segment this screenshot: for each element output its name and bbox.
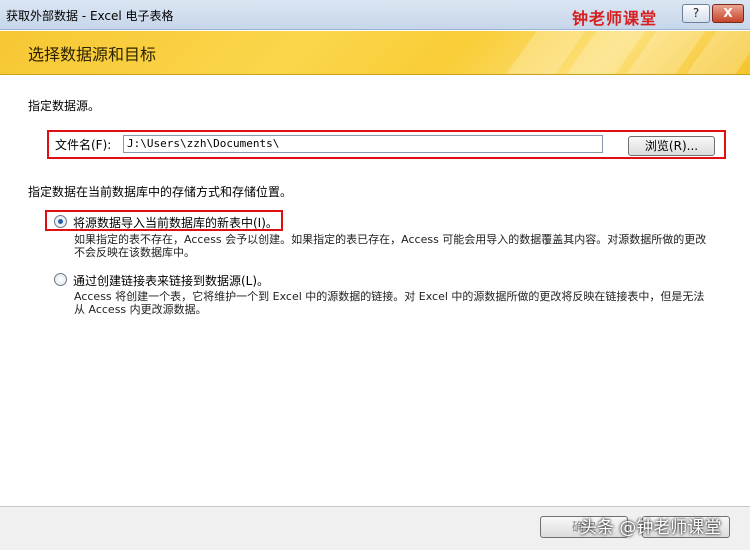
filename-input[interactable]: J:\Users\zzh\Documents\ [123, 135, 603, 153]
window-title: 获取外部数据 - Excel 电子表格 [6, 9, 174, 23]
wizard-banner: 选择数据源和目标 [0, 31, 750, 75]
link-radio[interactable] [54, 273, 67, 286]
logo-watermark: 钟老师课堂 [572, 9, 658, 28]
browse-button[interactable]: 浏览(R)... [628, 136, 715, 156]
link-option-label[interactable]: 通过创建链接表来链接到数据源(L)。 [73, 272, 269, 289]
import-option-description: 如果指定的表不存在，Access 会予以创建。如果指定的表已存在，Access … [74, 233, 707, 259]
link-option-description: Access 将创建一个表，它将维护一个到 Excel 中的源数据的链接。对 E… [74, 290, 705, 316]
filename-label: 文件名(F): [55, 138, 112, 152]
page-title: 选择数据源和目标 [28, 45, 157, 64]
import-option-label[interactable]: 将源数据导入当前数据库的新表中(I)。 [73, 214, 278, 231]
footer-watermark: 头条 @钟老师课堂 [580, 518, 722, 538]
storage-prompt: 指定数据在当前数据库中的存储方式和存储位置。 [28, 185, 293, 199]
import-radio[interactable] [54, 215, 67, 228]
close-button[interactable]: X [712, 4, 744, 23]
title-bar: 获取外部数据 - Excel 电子表格 钟老师课堂 ? X [0, 0, 750, 30]
help-button[interactable]: ? [682, 4, 710, 23]
source-prompt: 指定数据源。 [28, 99, 101, 113]
